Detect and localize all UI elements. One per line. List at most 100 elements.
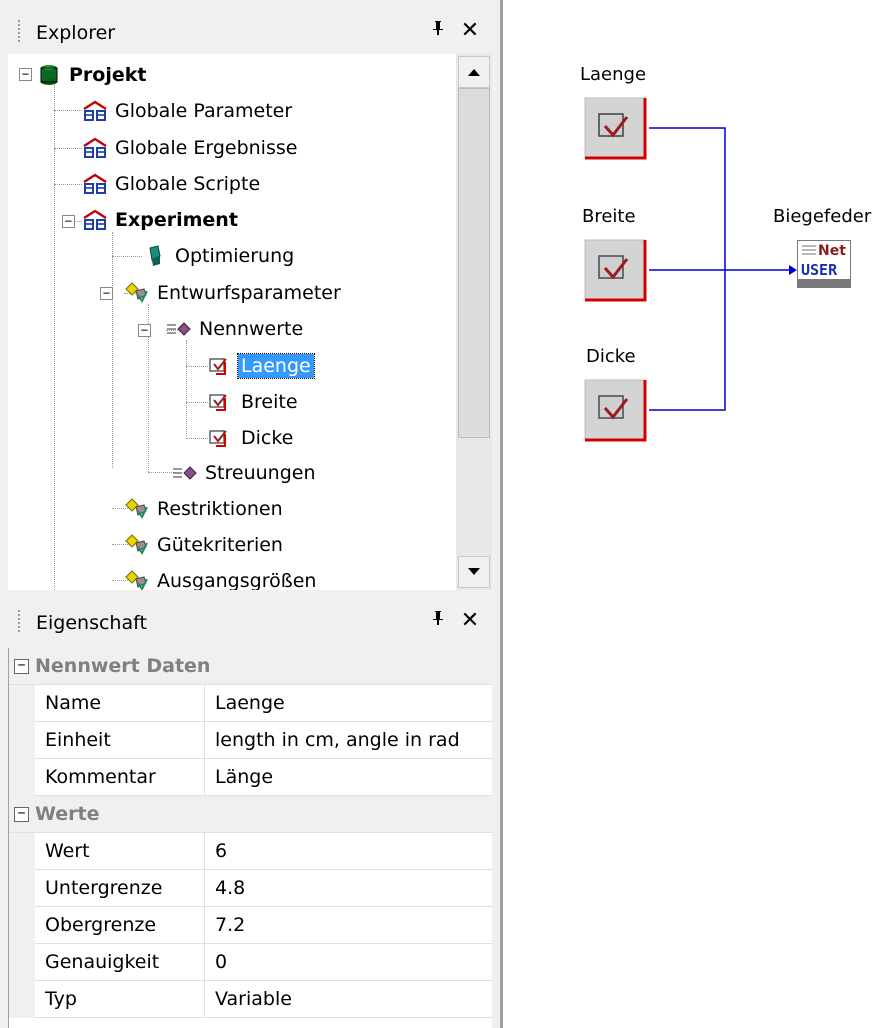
parameter-block-icon xyxy=(584,379,647,442)
block-label-biegefeder: Biegefeder xyxy=(773,206,872,227)
folder-group-icon xyxy=(82,99,108,123)
parameter-block-laenge[interactable] xyxy=(583,96,647,160)
collapse-experiment-icon[interactable]: − xyxy=(62,215,75,228)
scroll-down-button[interactable] xyxy=(458,556,490,588)
tree-node-ausgangsgroessen[interactable]: Ausgangsgrößen xyxy=(124,566,319,590)
tree-node-label: Restriktionen xyxy=(157,498,283,520)
tree-node-label: Experiment xyxy=(115,209,238,231)
parameter-icon xyxy=(208,426,234,450)
block-label-laenge: Laenge xyxy=(580,64,647,85)
tree-node-label: Laenge xyxy=(237,353,315,379)
explorer-header: Explorer ✕ xyxy=(8,10,492,54)
diagram-canvas[interactable]: Laenge Breite Dicke Biegefeder Net USER xyxy=(503,0,893,1028)
tree-node-label: Globale Parameter xyxy=(115,100,293,122)
tree-node-guetekriterien[interactable]: Gütekriterien xyxy=(124,530,286,560)
parameter-set-icon xyxy=(124,281,150,305)
tree-node-label: Entwurfsparameter xyxy=(157,282,341,304)
collapse-category-icon[interactable]: − xyxy=(14,807,29,822)
arrow-down-icon xyxy=(468,568,480,575)
property-row-wert[interactable]: Wert 6 xyxy=(9,833,493,870)
database-icon xyxy=(36,63,62,87)
block-label-dicke: Dicke xyxy=(586,346,636,367)
tree-node-nennwerte[interactable]: Nennwerte xyxy=(166,314,306,344)
property-row-typ[interactable]: Typ Variable xyxy=(9,981,493,1018)
tree-node-label: Breite xyxy=(241,391,298,413)
property-value[interactable]: length in cm, angle in rad xyxy=(215,729,460,751)
drag-grip[interactable] xyxy=(18,20,20,44)
left-dock: Explorer ✕ − − − − Projekt Globale Param… xyxy=(0,0,503,1028)
tree-node-projekt[interactable]: Projekt xyxy=(36,60,149,90)
net-user-block[interactable]: Net USER xyxy=(797,240,851,288)
property-value[interactable]: Länge xyxy=(215,766,273,788)
parameter-block-icon xyxy=(584,239,647,302)
tree-node-entwurfsparameter[interactable]: Entwurfsparameter xyxy=(124,278,344,308)
user-label: USER xyxy=(801,261,838,279)
tree-node-dicke[interactable]: Dicke xyxy=(208,423,296,453)
category-werte[interactable]: − Werte xyxy=(9,796,493,833)
folder-group-icon xyxy=(82,208,108,232)
scroll-up-button[interactable] xyxy=(458,56,490,88)
property-row-einheit[interactable]: Einheit length in cm, angle in rad xyxy=(9,722,493,759)
nominal-values-icon xyxy=(172,461,198,485)
collapse-category-icon[interactable]: − xyxy=(14,659,29,674)
arrow-up-icon xyxy=(468,69,480,76)
property-value[interactable]: 0 xyxy=(215,951,227,973)
parameter-set-icon xyxy=(124,533,150,557)
tree-node-optimierung[interactable]: Optimierung xyxy=(142,241,297,271)
tree-node-restriktionen[interactable]: Restriktionen xyxy=(124,494,286,524)
parameter-icon xyxy=(208,390,234,414)
collapse-projekt-icon[interactable]: − xyxy=(19,68,32,81)
tree-node-breite[interactable]: Breite xyxy=(208,387,301,417)
tree-node-experiment[interactable]: Experiment xyxy=(82,205,241,235)
collapse-nennwerte-icon[interactable]: − xyxy=(138,324,151,337)
property-value[interactable]: Laenge xyxy=(215,692,285,714)
property-row-untergrenze[interactable]: Untergrenze 4.8 xyxy=(9,870,493,907)
category-label: Nennwert Daten xyxy=(35,655,211,677)
property-name: Name xyxy=(45,692,102,714)
property-value[interactable]: 4.8 xyxy=(215,877,245,899)
parameter-set-icon xyxy=(124,569,150,590)
drag-grip[interactable] xyxy=(18,610,20,634)
tree-node-laenge[interactable]: Laenge xyxy=(208,351,315,381)
tree-node-label: Dicke xyxy=(241,427,294,449)
tree-node-label: Globale Scripte xyxy=(115,173,261,195)
property-row-obergrenze[interactable]: Obergrenze 7.2 xyxy=(9,907,493,944)
property-grid[interactable]: − Nennwert Daten Name Laenge Einheit len… xyxy=(8,648,493,1028)
property-value[interactable]: 7.2 xyxy=(215,914,245,936)
property-row-genauigkeit[interactable]: Genauigkeit 0 xyxy=(9,944,493,981)
collapse-entwurfsparameter-icon[interactable]: − xyxy=(100,287,113,300)
tree-node-label: Gütekriterien xyxy=(157,534,283,556)
tree-node-label: Streuungen xyxy=(205,462,316,484)
close-icon[interactable]: ✕ xyxy=(460,608,480,633)
tree-node-globale-ergebnisse[interactable]: Globale Ergebnisse xyxy=(82,133,300,163)
tree-node-globale-scripte[interactable]: Globale Scripte xyxy=(82,169,263,199)
property-name: Einheit xyxy=(45,729,111,751)
scroll-thumb[interactable] xyxy=(458,88,490,438)
parameter-block-dicke[interactable] xyxy=(583,378,647,442)
property-value[interactable]: 6 xyxy=(215,840,227,862)
property-row-kommentar[interactable]: Kommentar Länge xyxy=(9,759,493,796)
property-value[interactable]: Variable xyxy=(215,988,292,1010)
tree-node-label: Nennwerte xyxy=(199,318,304,340)
tree-scrollbar[interactable] xyxy=(456,54,492,590)
properties-title: Eigenschaft xyxy=(36,612,147,634)
project-tree[interactable]: − − − − Projekt Globale Parameter Global… xyxy=(8,54,456,590)
property-name: Genauigkeit xyxy=(45,951,160,973)
cube-icon xyxy=(142,244,168,268)
pin-icon[interactable] xyxy=(428,19,448,41)
parameter-block-breite[interactable] xyxy=(583,238,647,302)
properties-header: Eigenschaft ✕ xyxy=(8,600,492,644)
property-row-name[interactable]: Name Laenge xyxy=(9,685,493,722)
explorer-title: Explorer xyxy=(36,22,116,44)
folder-group-icon xyxy=(82,172,108,196)
property-name: Kommentar xyxy=(45,766,156,788)
parameter-block-icon xyxy=(584,97,647,160)
parameter-set-icon xyxy=(124,497,150,521)
tree-node-label: Ausgangsgrößen xyxy=(157,570,317,590)
close-icon[interactable]: ✕ xyxy=(460,18,480,43)
tree-node-streuungen[interactable]: Streuungen xyxy=(172,458,319,488)
tree-node-globale-parameter[interactable]: Globale Parameter xyxy=(82,96,295,126)
pin-icon[interactable] xyxy=(428,609,448,631)
property-name: Untergrenze xyxy=(45,877,163,899)
category-nennwert-daten[interactable]: − Nennwert Daten xyxy=(9,648,493,685)
